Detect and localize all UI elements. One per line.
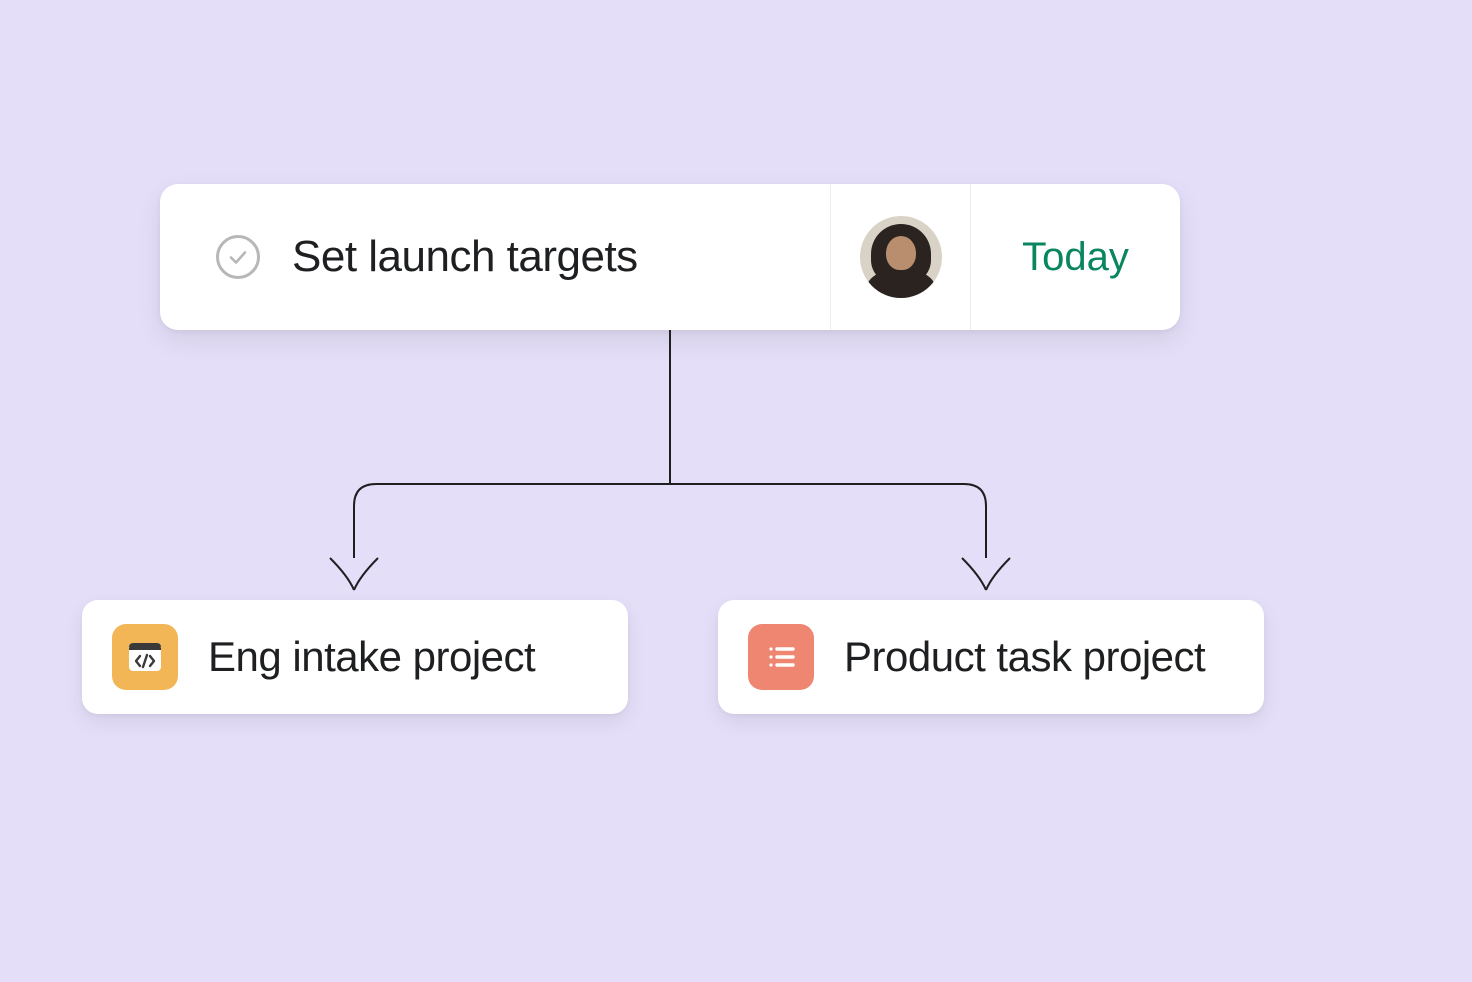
task-title: Set launch targets	[292, 232, 638, 282]
project-title: Eng intake project	[208, 633, 535, 681]
task-assignee-cell[interactable]	[830, 184, 970, 330]
project-card-eng-intake[interactable]: Eng intake project	[82, 600, 628, 714]
due-date-label: Today	[1022, 235, 1129, 280]
task-card[interactable]: Set launch targets Today	[160, 184, 1180, 330]
project-card-product-task[interactable]: Product task project	[718, 600, 1264, 714]
avatar-icon	[860, 216, 942, 298]
connector-lines	[0, 0, 1472, 982]
list-icon	[748, 624, 814, 690]
project-title: Product task project	[844, 633, 1205, 681]
code-window-icon	[112, 624, 178, 690]
complete-checkmark-icon[interactable]	[216, 235, 260, 279]
task-due-cell[interactable]: Today	[970, 184, 1180, 330]
task-main-cell: Set launch targets	[160, 184, 830, 330]
